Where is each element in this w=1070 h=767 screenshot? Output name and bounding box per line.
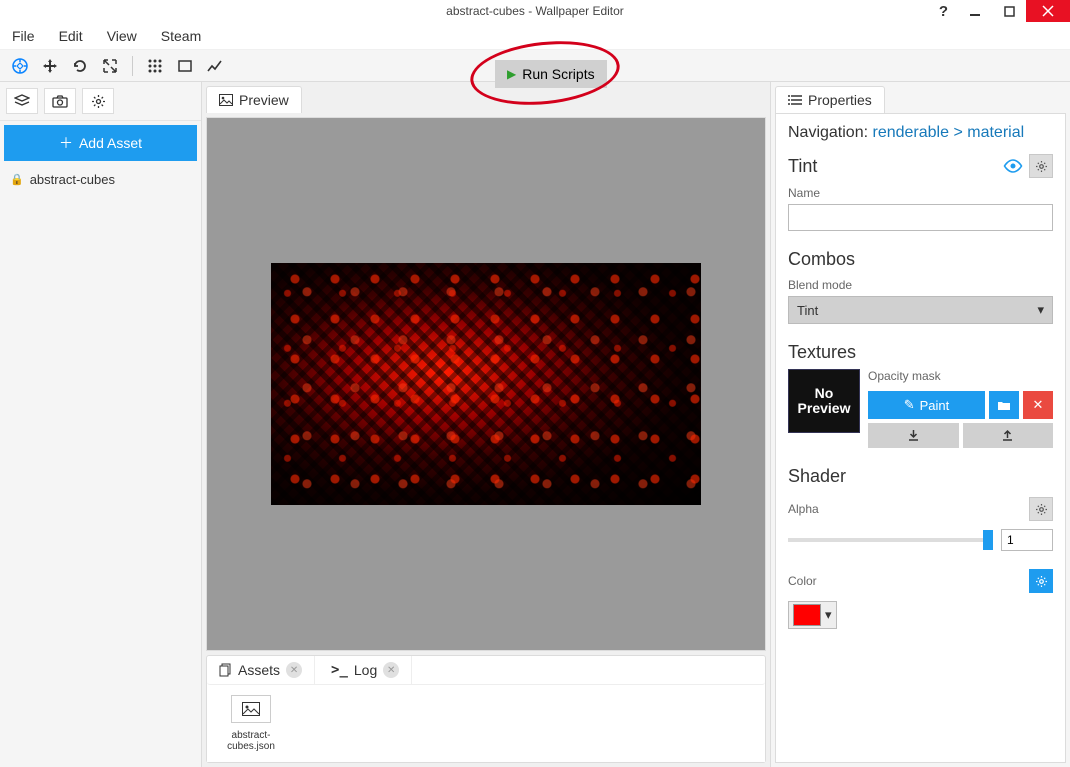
menu-file[interactable]: File xyxy=(10,24,37,48)
color-settings-button[interactable] xyxy=(1029,569,1053,593)
blend-mode-select[interactable]: Tint ▾ xyxy=(788,296,1053,324)
minimize-button[interactable] xyxy=(958,0,992,22)
delete-texture-button[interactable]: ✕ xyxy=(1023,391,1053,419)
opacity-mask-label: Opacity mask xyxy=(868,369,1053,383)
log-tab[interactable]: >_ Log ✕ xyxy=(319,656,412,684)
asset-thumb-label: abstract-cubes.json xyxy=(217,730,285,752)
textures-section-title: Textures xyxy=(788,342,1053,363)
export-icon xyxy=(1001,429,1014,442)
browse-button[interactable] xyxy=(989,391,1019,419)
menubar: File Edit View Steam xyxy=(0,22,1070,50)
visibility-icon[interactable] xyxy=(1003,159,1023,173)
blend-mode-label: Blend mode xyxy=(788,278,1053,292)
asset-thumb[interactable]: abstract-cubes.json xyxy=(217,695,285,752)
copy-icon xyxy=(219,663,232,677)
gear-icon[interactable] xyxy=(82,88,114,114)
properties-tab[interactable]: Properties xyxy=(775,86,885,113)
blend-mode-value: Tint xyxy=(797,303,818,318)
nav-label: Navigation: xyxy=(788,124,868,141)
close-icon[interactable]: ✕ xyxy=(383,662,399,678)
menu-view[interactable]: View xyxy=(105,24,139,48)
image-file-icon xyxy=(231,695,271,723)
properties-panel: Properties Navigation: renderable > mate… xyxy=(770,82,1070,767)
asset-sidebar: ＋ Add Asset 🔒 abstract-cubes xyxy=(0,82,202,767)
nav-material-link[interactable]: material xyxy=(967,124,1024,141)
free-transform-tool-icon[interactable] xyxy=(8,54,32,78)
shader-section-title: Shader xyxy=(788,466,1053,487)
breadcrumb: Navigation: renderable > material xyxy=(788,124,1053,142)
nav-renderable-link[interactable]: renderable xyxy=(873,124,950,141)
paint-label: Paint xyxy=(920,398,950,413)
grid-icon[interactable] xyxy=(143,54,167,78)
alpha-settings-button[interactable] xyxy=(1029,497,1053,521)
camera-icon[interactable] xyxy=(44,88,76,114)
image-icon xyxy=(219,94,233,106)
layers-icon[interactable] xyxy=(6,88,38,114)
assets-tab-label: Assets xyxy=(238,662,280,678)
alpha-label: Alpha xyxy=(788,502,819,516)
import-button[interactable] xyxy=(868,423,959,448)
slider-thumb[interactable] xyxy=(983,530,993,550)
scale-tool-icon[interactable] xyxy=(98,54,122,78)
log-tab-label: Log xyxy=(354,662,377,678)
stats-icon[interactable] xyxy=(203,54,227,78)
folder-icon xyxy=(997,400,1011,411)
titlebar: abstract-cubes - Wallpaper Editor ? xyxy=(0,0,1070,22)
rotate-tool-icon[interactable] xyxy=(68,54,92,78)
color-swatch xyxy=(793,604,821,626)
name-input[interactable] xyxy=(788,204,1053,231)
lock-icon: 🔒 xyxy=(10,173,24,186)
name-field-label: Name xyxy=(788,186,1053,200)
texture-thumbnail[interactable]: No Preview xyxy=(788,369,860,433)
asset-item-label: abstract-cubes xyxy=(30,172,115,187)
alpha-input[interactable] xyxy=(1001,529,1053,551)
center-panel: Preview Assets ✕ >_ Log ✕ xyxy=(202,82,770,767)
pencil-icon: ✎ xyxy=(904,397,915,413)
list-icon xyxy=(788,94,802,106)
move-tool-icon[interactable] xyxy=(38,54,62,78)
preview-tab[interactable]: Preview xyxy=(206,86,302,113)
import-icon xyxy=(907,429,920,442)
chevron-down-icon: ▾ xyxy=(1037,302,1044,318)
close-icon[interactable]: ✕ xyxy=(286,662,302,678)
tint-settings-button[interactable] xyxy=(1029,154,1053,178)
run-scripts-button[interactable]: ▶ Run Scripts xyxy=(495,60,607,88)
paint-button[interactable]: ✎ Paint xyxy=(868,391,985,419)
asset-list-item[interactable]: 🔒 abstract-cubes xyxy=(8,169,193,190)
add-asset-label: Add Asset xyxy=(79,135,142,151)
rectangle-icon[interactable] xyxy=(173,54,197,78)
maximize-button[interactable] xyxy=(992,0,1026,22)
assets-tab[interactable]: Assets ✕ xyxy=(207,656,315,684)
color-picker[interactable]: ▾ xyxy=(788,601,837,629)
color-label: Color xyxy=(788,574,817,588)
plus-icon: ＋ xyxy=(59,133,73,153)
tint-section-title: Tint xyxy=(788,156,817,177)
properties-tab-label: Properties xyxy=(808,92,872,108)
add-asset-button[interactable]: ＋ Add Asset xyxy=(4,125,197,161)
terminal-icon: >_ xyxy=(331,662,348,678)
nav-sep: > xyxy=(953,124,962,141)
chevron-down-icon: ▾ xyxy=(825,607,832,623)
help-button[interactable]: ? xyxy=(939,0,948,22)
alpha-slider[interactable] xyxy=(788,538,993,542)
combos-section-title: Combos xyxy=(788,249,1053,270)
preview-tab-label: Preview xyxy=(239,92,289,108)
play-icon: ▶ xyxy=(507,67,516,81)
close-button[interactable] xyxy=(1026,0,1070,22)
preview-image xyxy=(271,263,701,505)
window-title: abstract-cubes - Wallpaper Editor xyxy=(446,4,624,18)
menu-steam[interactable]: Steam xyxy=(159,24,203,48)
run-scripts-label: Run Scripts xyxy=(522,66,594,82)
x-icon: ✕ xyxy=(1033,397,1044,413)
preview-viewport[interactable] xyxy=(206,117,766,651)
export-button[interactable] xyxy=(963,423,1054,448)
menu-edit[interactable]: Edit xyxy=(57,24,85,48)
